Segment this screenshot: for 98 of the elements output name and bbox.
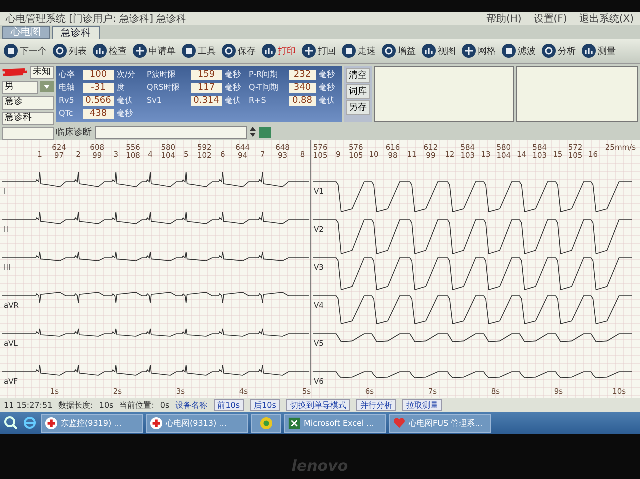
toolbar-icon <box>182 44 196 58</box>
spreadsheet-icon <box>288 416 301 430</box>
measure-label: 电轴 <box>59 82 76 93</box>
measure-unit: 毫伏 <box>117 95 134 106</box>
measure-label: R+S <box>249 96 268 105</box>
toolbar-button[interactable]: 保存 <box>220 44 258 58</box>
diagnosis-field[interactable] <box>95 126 247 138</box>
measure-label: 心率 <box>59 69 76 80</box>
toolbar-button[interactable]: 滤波 <box>500 44 538 58</box>
measure-value: 438 <box>83 108 114 118</box>
side-button[interactable]: 词库 <box>346 84 370 99</box>
side-button[interactable]: 清空 <box>346 68 370 83</box>
measure-value: 159 <box>191 70 222 80</box>
status-time: 11 15:27:51 <box>4 400 53 410</box>
toolbar-icon <box>53 44 67 58</box>
toolbar-icon <box>382 44 396 58</box>
measure-value: 340 <box>289 82 316 92</box>
measure-label: P-R间期 <box>249 69 280 80</box>
measure-unit: 毫伏 <box>225 95 242 106</box>
medical-cross-icon <box>45 416 58 430</box>
medical-cross-icon <box>150 416 163 430</box>
menu-item[interactable]: 设置(F) <box>534 12 568 26</box>
measure-value: 0.566 <box>83 96 114 106</box>
toolbar-icon <box>302 44 316 58</box>
measure-value: 0.314 <box>191 96 222 106</box>
spin-arrows-icon[interactable] <box>250 127 256 137</box>
status-button[interactable]: 后10s <box>250 399 280 411</box>
toolbar-button[interactable]: 下一个 <box>2 44 49 58</box>
status-label: 设备名称 <box>176 400 208 410</box>
status-label: 数据长度: <box>58 400 94 410</box>
measure-value: 0.88 <box>289 96 316 106</box>
measure-unit: 毫秒 <box>225 82 242 93</box>
measure-unit: 毫秒 <box>225 69 242 80</box>
menu-item[interactable]: 帮助(H) <box>486 12 522 26</box>
input-field[interactable] <box>2 127 54 140</box>
measure-label: QTc <box>59 109 74 118</box>
text-panel[interactable] <box>516 66 638 122</box>
toolbar-button[interactable]: 测量 <box>580 44 618 58</box>
heart-icon <box>393 416 406 430</box>
input-field[interactable]: 急诊 <box>2 96 54 110</box>
toolbar-icon <box>4 44 18 58</box>
measure-value: 232 <box>289 70 316 80</box>
gender-field[interactable]: 未知 <box>30 66 54 79</box>
toolbar-button[interactable]: 打回 <box>300 44 338 58</box>
side-button[interactable]: 另存 <box>346 100 370 115</box>
search-icon[interactable] <box>3 415 19 431</box>
toolbar-icon <box>262 44 276 58</box>
menu-item[interactable]: 退出系统(X) <box>579 12 634 26</box>
toolbar-icon <box>462 44 476 58</box>
toolbar-button[interactable]: 分析 <box>540 44 578 58</box>
status-value: 10s <box>99 400 114 410</box>
toolbar-button[interactable]: 申请单 <box>131 44 178 58</box>
measure-unit: 度 <box>117 82 126 93</box>
measure-value: 100 <box>83 70 114 80</box>
toolbar-button[interactable]: 列表 <box>51 44 89 58</box>
toolbar-button[interactable]: 工具 <box>180 44 218 58</box>
status-button[interactable]: 切换到单导模式 <box>286 399 350 411</box>
toolbar-icon <box>542 44 556 58</box>
status-label: 当前位置: <box>120 400 154 410</box>
measure-label: Q-T间期 <box>249 82 280 93</box>
text-panel[interactable] <box>374 66 514 122</box>
toolbar-button[interactable]: 网格 <box>460 44 498 58</box>
tab[interactable]: 急诊科 <box>52 26 100 39</box>
measure-value: -31 <box>83 82 114 92</box>
toolbar-button[interactable]: 走速 <box>340 44 378 58</box>
ball-icon <box>260 416 272 430</box>
measure-label: P波时限 <box>147 69 177 80</box>
department-field[interactable]: 急诊科 <box>2 112 54 125</box>
toolbar-button[interactable]: 检查 <box>91 44 129 58</box>
browser-icon[interactable] <box>22 415 38 431</box>
toolbar-icon <box>342 44 356 58</box>
toolbar-icon <box>582 44 596 58</box>
toolbar-icon <box>133 44 147 58</box>
toolbar-icon <box>222 44 236 58</box>
measure-value: 117 <box>191 82 222 92</box>
toolbar-button[interactable]: 视图 <box>420 44 458 58</box>
status-button[interactable]: 前10s <box>214 399 244 411</box>
measure-unit: 次/分 <box>117 69 137 80</box>
measure-unit: 毫秒 <box>319 69 336 80</box>
measure-unit: 毫秒 <box>319 82 336 93</box>
measure-label: Rv5 <box>59 96 76 105</box>
input-field[interactable]: 男 <box>2 81 38 94</box>
status-button[interactable]: 并行分析 <box>356 399 396 411</box>
toolbar-button[interactable]: 增益 <box>380 44 418 58</box>
measure-label: QRS时限 <box>147 82 181 93</box>
measure-unit: 毫秒 <box>117 108 134 119</box>
diagnosis-label: 临床诊断 <box>56 126 92 138</box>
redaction-scribble <box>2 66 28 78</box>
toolbar-button[interactable]: 打印 <box>260 44 298 58</box>
status-button[interactable]: 拉取测量 <box>402 399 442 411</box>
measure-label: Sv1 <box>147 96 163 105</box>
window-title: 心电管理系统 [门诊用户: 急诊科] 急诊科 <box>6 12 187 26</box>
toolbar-icon <box>93 44 107 58</box>
toolbar-icon <box>502 44 516 58</box>
taskbar-button[interactable] <box>251 414 281 432</box>
toolbar-icon <box>422 44 436 58</box>
status-value: 0s <box>160 400 170 410</box>
measure-unit: 毫伏 <box>319 95 336 106</box>
